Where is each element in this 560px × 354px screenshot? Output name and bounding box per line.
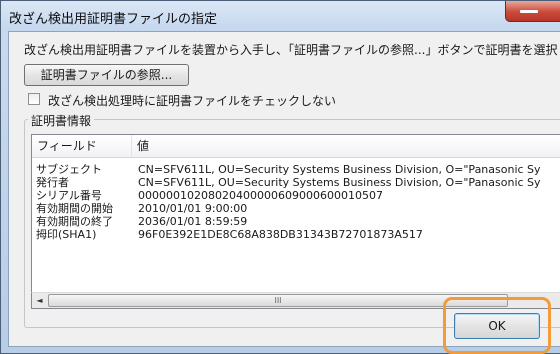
row-field: 拇印(SHA1) — [36, 228, 97, 241]
row-value: CN=SFV611L, OU=Security Systems Business… — [138, 163, 541, 176]
row-field: 有効期間の終了 — [36, 215, 113, 228]
window-title: 改ざん検出用証明書ファイルの指定 — [9, 12, 218, 27]
row-field: シリアル番号 — [36, 189, 102, 202]
row-value: 96F0E392E1DE8C68A838DB31343B72701873A517 — [138, 228, 423, 241]
row-field: 有効期間の開始 — [36, 202, 113, 215]
table-row[interactable]: 拇印(SHA1) 96F0E392E1DE8C68A838DB31343B727… — [32, 228, 560, 241]
ok-button[interactable]: OK — [454, 313, 540, 339]
row-field: サブジェクト — [36, 163, 102, 176]
scroll-thumb[interactable]: III — [48, 294, 508, 307]
column-header-field[interactable]: フィールド — [32, 135, 132, 157]
row-value: 00000010208020400000609000600010507 — [138, 189, 383, 202]
row-field: 発行者 — [36, 176, 69, 189]
close-icon — [520, 10, 538, 13]
skip-check-label: 改ざん検出処理時に証明書ファイルをチェックしない — [48, 94, 337, 108]
instruction-text: 改ざん検出用証明書ファイルを装置から入手し、「証明書ファイルの参照...」ボタン… — [24, 43, 560, 57]
title-bar[interactable]: 改ざん検出用証明書ファイルの指定 — [1, 1, 560, 31]
certificate-info-title: 証明書情報 — [28, 112, 95, 129]
row-value: 2010/01/01 9:00:00 — [138, 202, 248, 215]
table-row[interactable]: 有効期間の終了 2036/01/01 8:59:59 — [32, 215, 560, 228]
certificate-table[interactable]: フィールド 値 サブジェクト CN=SFV611L, OU=Security S… — [31, 134, 560, 309]
row-value: 2036/01/01 8:59:59 — [138, 215, 248, 228]
skip-check-checkbox[interactable] — [28, 93, 40, 105]
scroll-left-arrow-icon[interactable]: ◄ — [32, 293, 47, 308]
column-header-value[interactable]: 値 — [132, 135, 560, 157]
table-header: フィールド 値 — [32, 135, 560, 158]
table-row[interactable]: 発行者 CN=SFV611L, OU=Security Systems Busi… — [32, 176, 560, 189]
row-value: CN=SFV611L, OU=Security Systems Business… — [138, 176, 541, 189]
browse-certificate-button[interactable]: 証明書ファイルの参照... — [24, 64, 189, 86]
table-row[interactable]: サブジェクト CN=SFV611L, OU=Security Systems B… — [32, 163, 560, 176]
table-row[interactable]: シリアル番号 000000102080204000006090006000105… — [32, 189, 560, 202]
close-button[interactable] — [505, 1, 560, 22]
table-row[interactable]: 有効期間の開始 2010/01/01 9:00:00 — [32, 202, 560, 215]
